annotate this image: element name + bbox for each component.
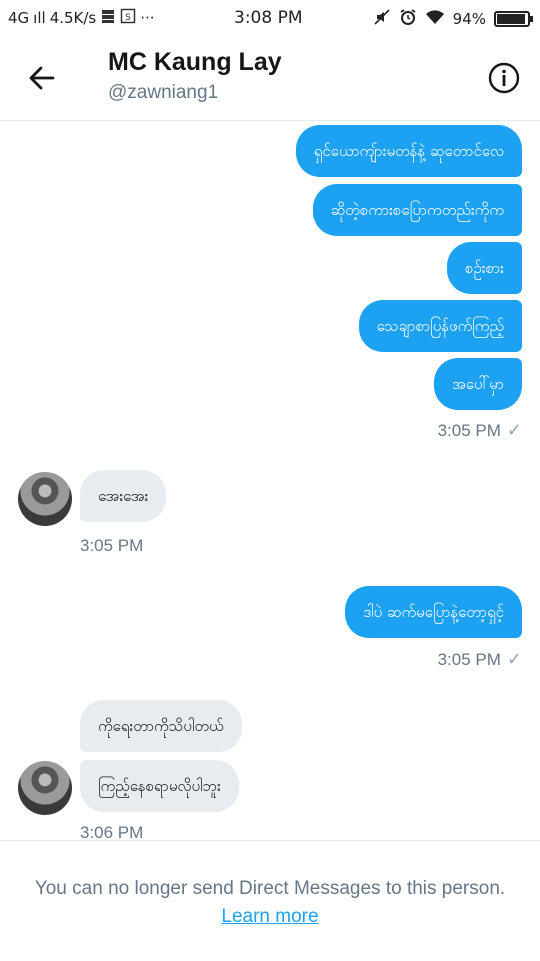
- message-meta: 3:05 PM ✓: [438, 420, 522, 441]
- info-button[interactable]: [488, 62, 520, 94]
- network-speed: 4.5K/s: [49, 9, 97, 27]
- status-right: 94%: [373, 8, 533, 30]
- sent-check-icon: ✓: [506, 420, 522, 440]
- avatar[interactable]: [18, 472, 72, 526]
- message-timestamp: 3:05 PM: [437, 420, 501, 440]
- message-timestamp: 3:05 PM: [437, 649, 501, 669]
- message-bubble-incoming[interactable]: ကြည့်နေစရာမလိုပါဘူး: [80, 760, 239, 812]
- message-bubble-outgoing[interactable]: ရှင်ယောကျ်ားမတန်နဲ့ ဆုတောင်လေ: [295, 125, 522, 177]
- mute-icon: [373, 8, 391, 30]
- message-meta: 3:05 PM ✓: [438, 649, 522, 670]
- conversation-header: MC Kaung Lay @zawniang1: [0, 36, 540, 121]
- storage-icon: [100, 8, 116, 28]
- screenshot-icon: S: [120, 8, 136, 28]
- status-bar: 4G ıll 4.5K/s S ··· 3:08 PM 94%: [0, 0, 540, 36]
- dm-disabled-notice: You can no longer send Direct Messages t…: [20, 875, 520, 931]
- dm-disabled-footer: You can no longer send Direct Messages t…: [0, 840, 540, 961]
- svg-text:S: S: [125, 13, 131, 23]
- signal-icon: ıll: [33, 9, 46, 27]
- battery-percent: 94%: [452, 10, 486, 28]
- message-timestamp: 3:05 PM: [80, 536, 144, 555]
- back-button[interactable]: [26, 62, 58, 94]
- battery-icon: [494, 11, 533, 27]
- message-bubble-outgoing[interactable]: သေချာစာပြန်ဖက်ကြည့်: [358, 300, 522, 352]
- status-time: 3:08 PM: [234, 8, 303, 28]
- conversation-title: MC Kaung Lay: [108, 48, 282, 76]
- alarm-icon: [399, 8, 417, 30]
- message-bubble-incoming[interactable]: အေးအေး: [80, 470, 167, 522]
- message-bubble-outgoing[interactable]: စဉ်းစား: [447, 242, 522, 294]
- more-notifications-icon: ···: [140, 9, 155, 27]
- conversation-handle: @zawniang1: [108, 82, 219, 103]
- arrow-left-icon: [29, 66, 55, 90]
- learn-more-link[interactable]: Learn more: [221, 906, 318, 927]
- network-type: 4G: [8, 9, 30, 27]
- info-icon: [488, 62, 520, 94]
- battery-fill: [497, 14, 526, 24]
- sent-check-icon: ✓: [506, 649, 522, 669]
- wifi-icon: [425, 9, 445, 29]
- message-bubble-outgoing[interactable]: ဆိုတဲ့စကားစပြောကတည်းကိုက: [312, 184, 522, 236]
- dm-disabled-text: You can no longer send Direct Messages t…: [34, 878, 506, 899]
- message-bubble-outgoing[interactable]: အပေါ်မှာ: [434, 358, 522, 410]
- message-bubble-incoming[interactable]: ကိုရေးတာကိုသိပါတယ်: [80, 700, 242, 752]
- avatar[interactable]: [18, 761, 72, 815]
- message-bubble-outgoing[interactable]: ဒါပဲ ဆက်မပြောနဲ့တော့ရှင့်: [345, 586, 522, 638]
- status-left: 4G ıll 4.5K/s S ···: [8, 8, 155, 28]
